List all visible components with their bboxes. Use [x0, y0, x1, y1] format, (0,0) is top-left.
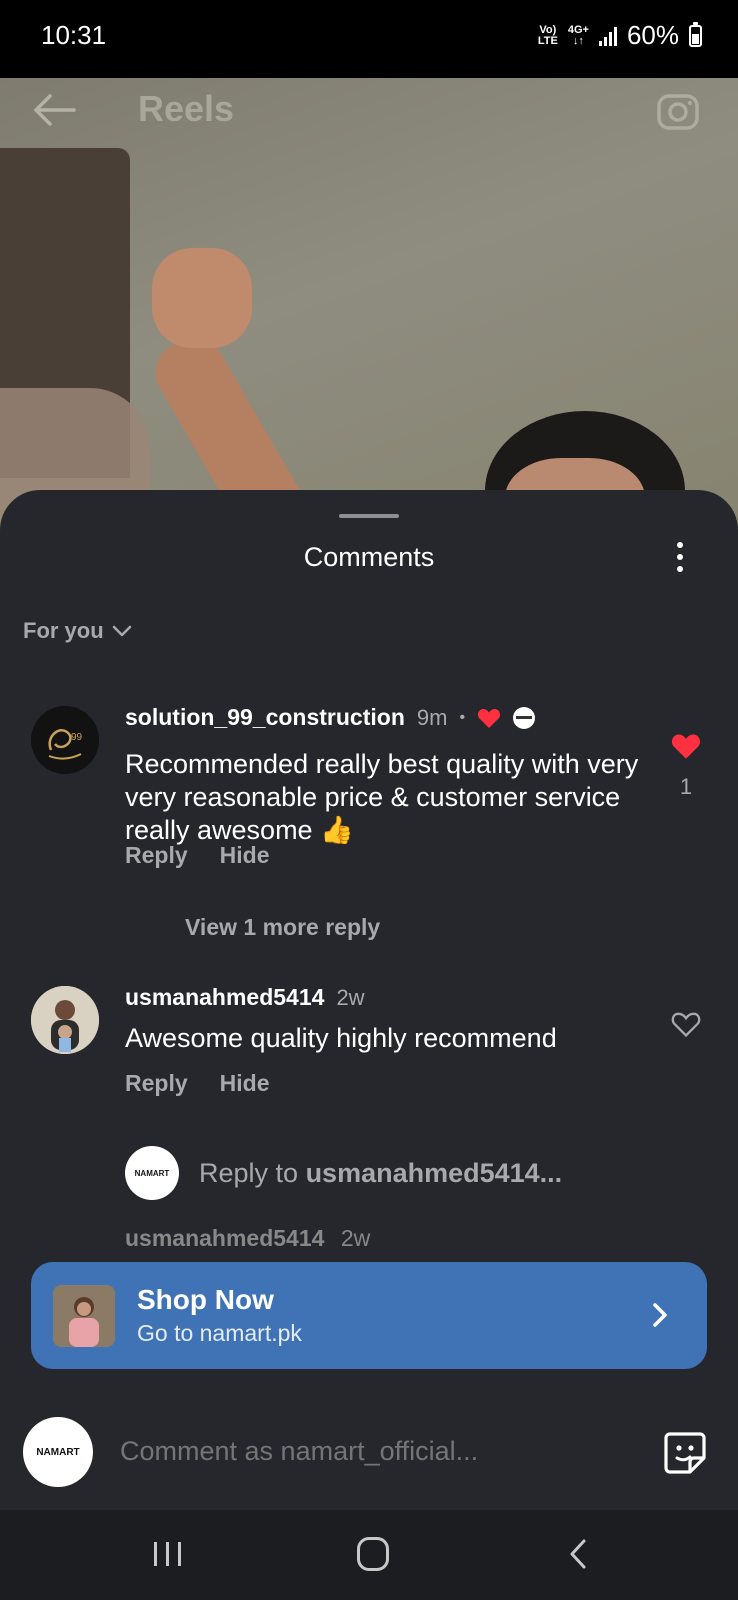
comment-filter-dropdown[interactable]: For you — [23, 618, 132, 644]
camera-icon[interactable] — [656, 88, 702, 134]
reply-prompt[interactable]: NAMART Reply to usmanahmed5414... — [125, 1146, 562, 1200]
sheet-grabber[interactable] — [339, 514, 399, 518]
creator-logo-icon — [516, 715, 533, 719]
data-arrows-label: ↓↑ — [572, 34, 584, 47]
shop-thumbnail — [53, 1284, 115, 1347]
heart-filled-icon[interactable] — [670, 732, 702, 760]
video-fist — [152, 248, 252, 348]
separator-dot: • — [459, 708, 466, 726]
view-more-replies-button[interactable]: View 1 more reply — [185, 914, 380, 941]
filter-label: For you — [23, 618, 104, 643]
reply-prefix: Reply to — [199, 1157, 306, 1188]
avatar-photo-icon — [31, 986, 99, 1054]
nav-back-icon[interactable] — [568, 1538, 588, 1570]
shop-text: Shop Now Go to namart.pk — [137, 1284, 302, 1347]
shop-title: Shop Now — [137, 1284, 274, 1315]
comment-input[interactable] — [120, 1436, 620, 1467]
creator-liked-heart-icon — [478, 708, 501, 728]
reply-username: usmanahmed5414... — [305, 1157, 563, 1188]
shop-thumbnail-icon — [53, 1284, 115, 1347]
volte-indicator: Vo) LTE — [537, 23, 558, 47]
heart-outline-icon[interactable] — [670, 1010, 702, 1038]
avatar-logo-icon: 99 — [31, 706, 99, 774]
reply-prompt-text[interactable]: Reply to usmanahmed5414... — [199, 1158, 562, 1189]
comment-username[interactable]: solution_99_construction — [125, 704, 405, 731]
network-type-indicator: 4G+ ↓↑ — [567, 23, 589, 47]
avatar[interactable]: 99 — [31, 706, 99, 774]
comment-text: Recommended really best quality with ver… — [125, 749, 639, 845]
sheet-title: Comments — [303, 542, 435, 572]
page-title: Reels — [138, 88, 235, 129]
comment-actions: Reply Hide — [125, 1070, 269, 1097]
comment-like[interactable]: 1 — [670, 732, 702, 800]
reply-avatar: NAMART — [125, 1146, 179, 1200]
reply-button[interactable]: Reply — [125, 1070, 188, 1097]
comment-like[interactable] — [670, 1010, 702, 1044]
battery-percent: 60% — [626, 20, 679, 50]
reply-button[interactable]: Reply — [125, 842, 188, 869]
chevron-right-icon — [653, 1303, 667, 1327]
lte-label: LTE — [537, 34, 558, 47]
comment-header: solution_99_construction 9m • — [125, 704, 536, 731]
battery-icon — [689, 21, 702, 47]
system-nav-bar — [0, 1510, 738, 1600]
comment-actions: Reply Hide — [125, 842, 269, 869]
composer-avatar: NAMART — [23, 1417, 93, 1487]
shop-now-banner[interactable]: Shop Now Go to namart.pk — [31, 1262, 707, 1369]
recent-apps-icon[interactable] — [152, 1540, 184, 1568]
status-time: 10:31 — [41, 20, 107, 50]
status-bar: 10:31 Vo) LTE 4G+ ↓↑ 60% — [0, 0, 738, 78]
creator-avatar-badge — [513, 706, 536, 729]
shop-subtitle: Go to namart.pk — [137, 1320, 302, 1346]
sticker-icon[interactable] — [662, 1430, 708, 1476]
comment-header: usmanahmed5414 2w — [125, 984, 365, 1011]
svg-text:99: 99 — [71, 732, 83, 743]
back-arrow-icon[interactable] — [30, 92, 78, 128]
hide-button[interactable]: Hide — [220, 1070, 270, 1097]
screen: 10:31 Vo) LTE 4G+ ↓↑ 60% Reels Comments … — [0, 0, 738, 1600]
reels-header: Reels — [0, 78, 738, 142]
comment-username[interactable]: usmanahmed5414 — [125, 984, 324, 1011]
hide-button[interactable]: Hide — [220, 842, 270, 869]
peek-time: 2w — [340, 1225, 371, 1251]
avatar[interactable] — [31, 986, 99, 1054]
peeking-comment-header: usmanahmed5414 2w — [125, 1225, 370, 1252]
more-options-icon[interactable] — [672, 542, 688, 578]
home-icon[interactable] — [357, 1537, 389, 1571]
chevron-down-icon — [112, 625, 131, 637]
signal-icon — [598, 26, 617, 46]
like-count: 1 — [679, 774, 693, 799]
status-indicators: Vo) LTE 4G+ ↓↑ 60% — [538, 20, 702, 51]
volte-label: Vo) — [539, 23, 557, 36]
comment-text: Awesome quality highly recommend — [125, 1023, 557, 1053]
comment-time: 2w — [336, 984, 365, 1010]
reel-video[interactable] — [0, 78, 738, 538]
peek-username: usmanahmed5414 — [125, 1225, 325, 1251]
comment-composer: NAMART — [0, 1400, 738, 1510]
network-type-label: 4G+ — [567, 23, 589, 36]
comment-time: 9m — [416, 704, 448, 730]
